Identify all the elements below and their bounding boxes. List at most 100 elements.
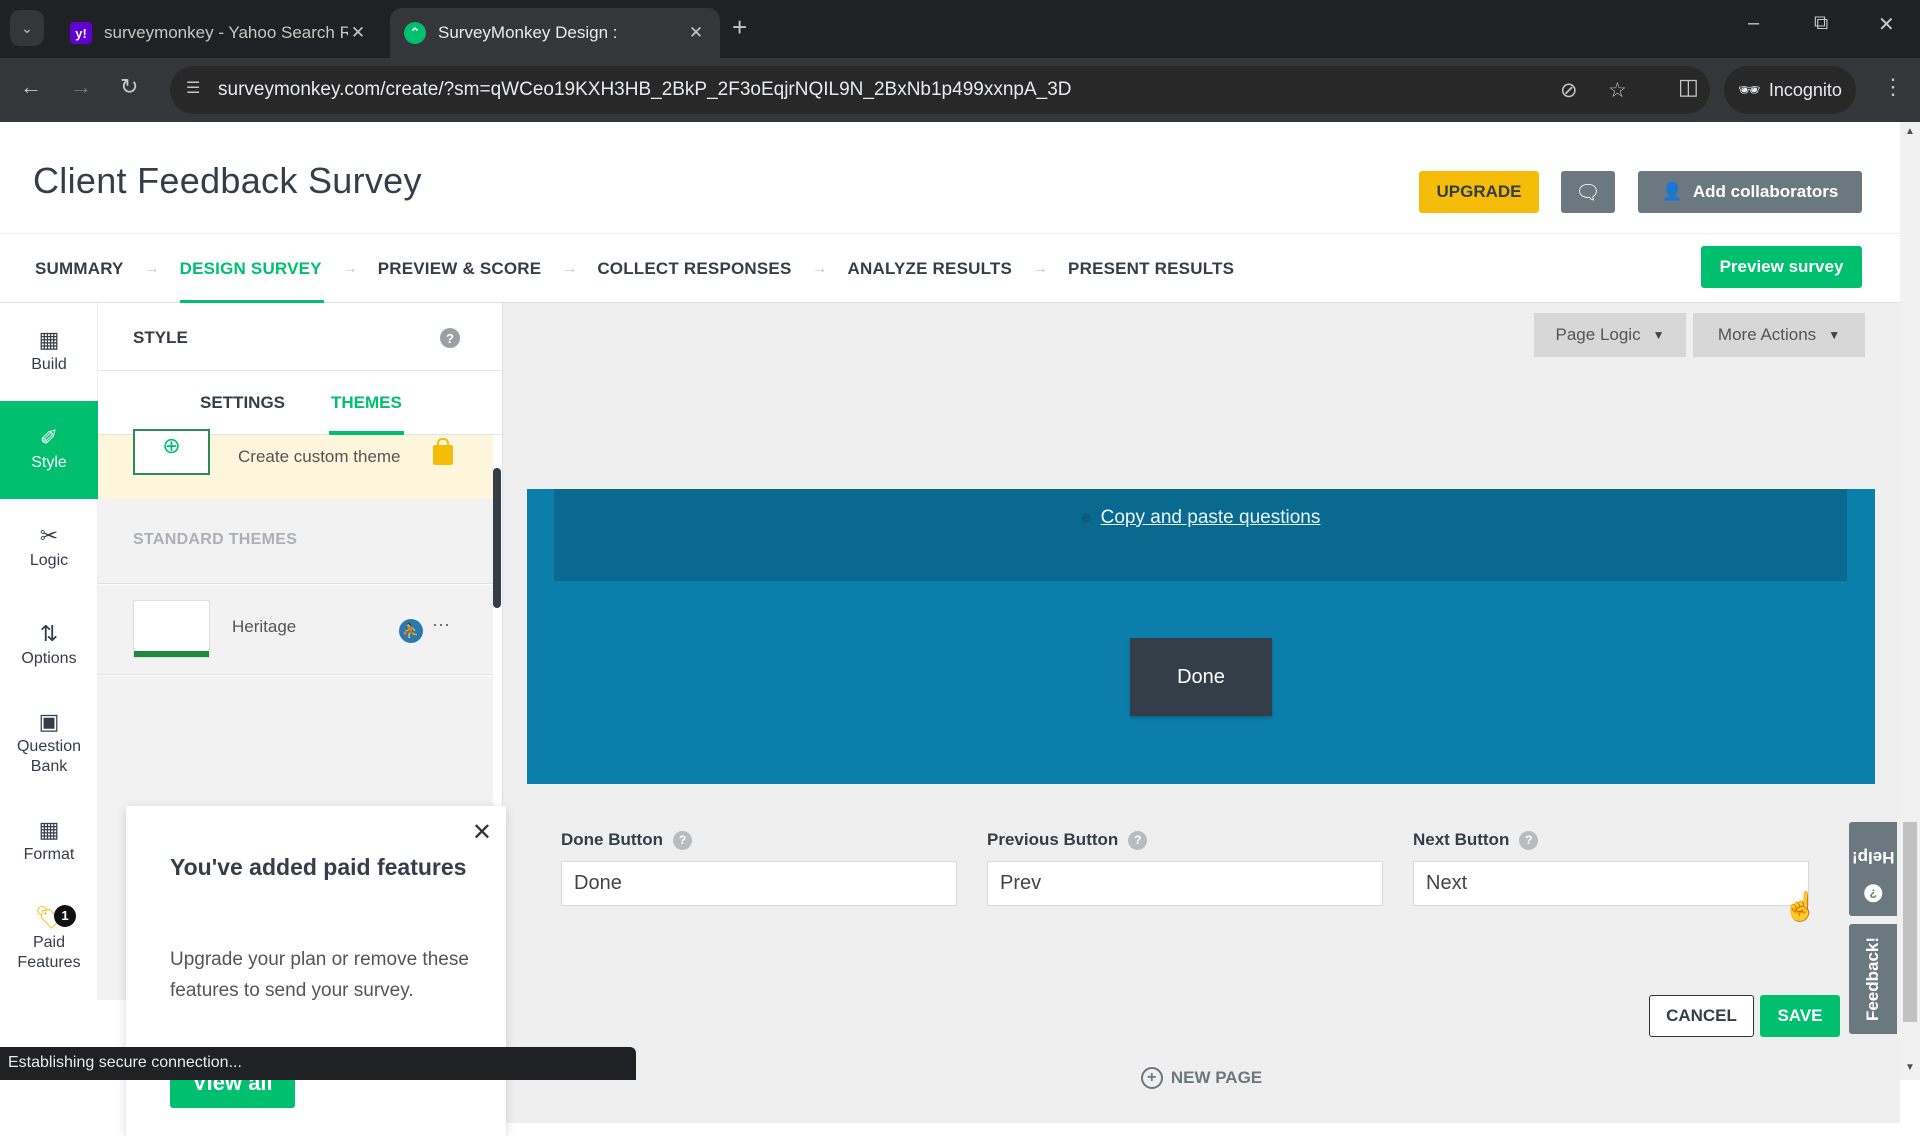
side-panel-icon[interactable]: ◫ xyxy=(1678,74,1699,100)
help-icon[interactable]: ? xyxy=(1519,830,1539,850)
plus-circle-icon: + xyxy=(1140,1067,1163,1089)
incognito-icon: 🕶 xyxy=(1738,79,1761,100)
address-bar[interactable]: ☰ surveymonkey.com/create/?sm=qWCeo19KXH… xyxy=(170,66,1710,114)
theme-item-heritage[interactable]: Heritage ⛹ ⋯ xyxy=(98,585,493,675)
browser-menu-icon[interactable]: ⋮ xyxy=(1882,74,1904,100)
options-icon: ⇅ xyxy=(39,621,59,646)
create-custom-theme[interactable]: ⊕ Create custom theme xyxy=(98,429,493,499)
incognito-label: Incognito xyxy=(1768,79,1842,100)
step-preview-score[interactable]: PREVIEW & SCORE xyxy=(378,234,542,304)
incognito-indicator[interactable]: 🕶 Incognito xyxy=(1724,66,1856,114)
close-tab-icon[interactable]: ✕ xyxy=(686,23,706,43)
rail-label: Paid Features xyxy=(17,934,81,971)
hand-cursor-icon: ☝ xyxy=(1783,891,1818,922)
step-present-results[interactable]: PRESENT RESULTS xyxy=(1068,234,1234,304)
panel-scrollbar[interactable] xyxy=(493,468,501,608)
tab-themes[interactable]: THEMES xyxy=(329,371,404,435)
scroll-down-icon[interactable]: ▼ xyxy=(1905,1062,1915,1073)
rail-item-paid-features[interactable]: 🏷 1 Paid Features xyxy=(0,891,98,989)
browser-tab-yahoo[interactable]: y! surveymonkey - Yahoo Search R ✕ xyxy=(56,8,382,58)
copy-paste-questions-link[interactable]: Copy and paste questions xyxy=(1101,507,1321,528)
close-tab-icon[interactable]: ✕ xyxy=(348,23,368,43)
restore-icon[interactable]: ⧉ xyxy=(1814,12,1828,35)
theme-thumbnail xyxy=(133,600,210,658)
rail-label: Format xyxy=(23,846,75,863)
tracking-protection-icon[interactable]: ⊘ xyxy=(1560,78,1578,103)
build-icon: ▦ xyxy=(38,327,60,352)
save-button[interactable]: SAVE xyxy=(1760,995,1840,1037)
scrollbar-thumb[interactable] xyxy=(1903,822,1917,1022)
page-scrollbar[interactable]: ▲ ▼ xyxy=(1900,122,1920,1080)
new-page-button[interactable]: + NEW PAGE xyxy=(503,1067,1900,1089)
comment-icon: 🗨 xyxy=(1575,181,1601,204)
help-icon[interactable]: ? xyxy=(440,328,460,348)
forward-icon[interactable]: → xyxy=(70,74,92,100)
page-logic-dropdown[interactable]: Page Logic ▼ xyxy=(1534,313,1686,357)
bookmark-star-icon[interactable]: ☆ xyxy=(1608,78,1627,103)
browser-status-bar: Establishing secure connection... xyxy=(0,1047,636,1080)
help-icon: ? xyxy=(1864,884,1882,903)
previous-button-field: Previous Button ? xyxy=(987,827,1383,906)
add-collaborators-button[interactable]: 👤 Add collaborators xyxy=(1638,171,1862,213)
standard-themes-header: STANDARD THEMES xyxy=(98,499,493,584)
rail-item-logic[interactable]: ✂ Logic xyxy=(0,499,98,597)
new-page-label: NEW PAGE xyxy=(1170,1068,1263,1087)
step-analyze-results[interactable]: ANALYZE RESULTS xyxy=(848,234,1013,304)
help-side-tab[interactable]: ? Help! xyxy=(1849,822,1897,916)
url-text[interactable]: surveymonkey.com/create/?sm=qWCeo19KXH3H… xyxy=(218,79,1072,101)
window-close-icon[interactable]: ✕ xyxy=(1878,12,1895,37)
survey-canvas: Page Logic ▼ More Actions ▼ Copy and pas… xyxy=(503,303,1900,1123)
more-options-icon[interactable]: ⋯ xyxy=(432,615,451,636)
help-label: Help! xyxy=(1851,848,1895,867)
chevron-down-icon: ⌄ xyxy=(21,19,33,36)
scroll-up-icon[interactable]: ▲ xyxy=(1905,126,1915,137)
close-icon[interactable]: ✕ xyxy=(472,818,492,847)
upgrade-button[interactable]: UPGRADE xyxy=(1419,171,1539,213)
browser-toolbar: ← → ↻ ☰ surveymonkey.com/create/?sm=qWCe… xyxy=(0,58,1920,122)
more-actions-dropdown[interactable]: More Actions ▼ xyxy=(1693,313,1865,357)
back-icon[interactable]: ← xyxy=(20,74,42,100)
survey-title[interactable]: Client Feedback Survey xyxy=(33,160,422,202)
caret-down-icon: ▼ xyxy=(1652,328,1665,342)
rail-label: Logic xyxy=(29,552,69,569)
reload-icon[interactable]: ↻ xyxy=(120,74,138,100)
help-icon[interactable]: ? xyxy=(672,830,692,850)
done-button-input[interactable] xyxy=(561,861,957,906)
minimize-icon[interactable]: – xyxy=(1748,12,1759,35)
tab-title: SurveyMonkey Design : xyxy=(438,23,618,42)
caret-down-icon: ▼ xyxy=(1828,328,1841,342)
add-theme-box: ⊕ xyxy=(133,429,210,475)
new-tab-button[interactable]: + xyxy=(732,12,747,43)
done-preview-button[interactable]: Done xyxy=(1130,638,1272,716)
next-button-input[interactable] xyxy=(1413,861,1809,906)
rail-label: Style xyxy=(31,454,67,471)
cancel-button[interactable]: CANCEL xyxy=(1649,995,1754,1037)
tab-title: surveymonkey - Yahoo Search R xyxy=(104,23,348,42)
browser-tab-surveymonkey[interactable]: ⌃ SurveyMonkey Design : ✕ xyxy=(390,8,720,58)
add-user-icon: 👤 xyxy=(1661,182,1683,201)
standard-themes-title: STANDARD THEMES xyxy=(133,531,298,548)
feedback-side-tab[interactable]: Feedback! xyxy=(1849,924,1897,1034)
preview-survey-button[interactable]: Preview survey xyxy=(1701,246,1862,288)
page: Client Feedback Survey UPGRADE 🗨 👤 Add c… xyxy=(0,122,1900,1136)
arrow-right-icon: → xyxy=(341,260,358,277)
rail-item-question-bank[interactable]: ▣ Question Bank xyxy=(0,695,98,793)
previous-button-input[interactable] xyxy=(987,861,1383,906)
rail-item-format[interactable]: ▦ Format xyxy=(0,793,98,891)
arrow-right-icon: → xyxy=(561,260,578,277)
plus-circle-icon: ⊕ xyxy=(162,433,181,458)
help-icon[interactable]: ? xyxy=(1128,830,1148,850)
rail-item-build[interactable]: ▦ Build xyxy=(0,303,98,401)
step-collect-responses[interactable]: COLLECT RESPONSES xyxy=(597,234,791,304)
site-info-icon[interactable]: ☰ xyxy=(186,78,200,98)
rail-item-options[interactable]: ⇅ Options xyxy=(0,597,98,695)
step-design-survey[interactable]: DESIGN SURVEY xyxy=(179,234,324,304)
step-summary[interactable]: SUMMARY xyxy=(35,234,124,304)
comments-button[interactable]: 🗨 xyxy=(1561,171,1615,213)
arrow-right-icon: → xyxy=(143,260,160,277)
more-actions-label: More Actions xyxy=(1717,325,1817,344)
rail-item-style[interactable]: ✐ Style xyxy=(0,401,98,499)
tab-list-button[interactable]: ⌄ xyxy=(10,10,44,46)
tab-settings[interactable]: SETTINGS xyxy=(200,371,285,435)
brush-icon: ✐ xyxy=(39,425,59,450)
